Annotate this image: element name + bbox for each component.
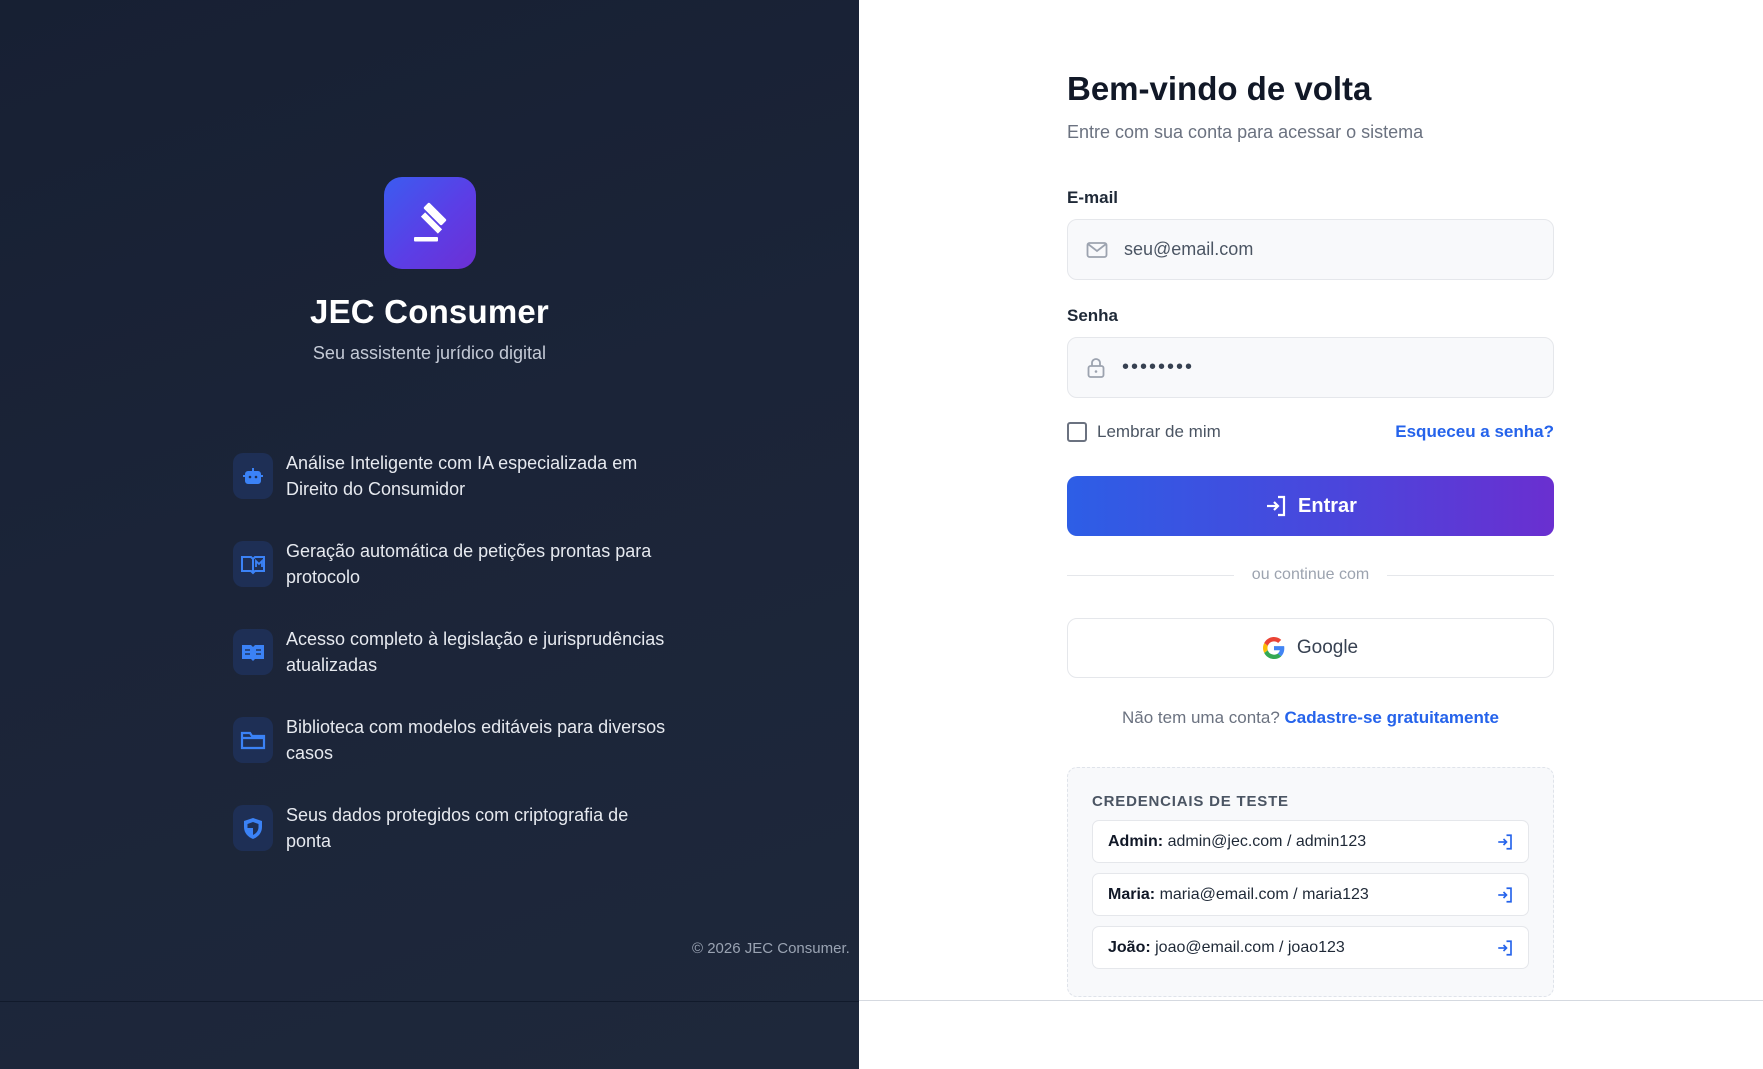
login-form: Bem-vindo de volta Entre com sua conta p…	[1067, 70, 1554, 997]
shield-icon	[233, 805, 273, 851]
feature-text: Acesso completo à legislação e jurisprud…	[286, 629, 665, 675]
feature-item: Acesso completo à legislação e jurisprud…	[233, 626, 673, 714]
social-divider: ou continue com	[1067, 566, 1554, 584]
credential-name: Maria:	[1108, 885, 1156, 903]
password-label: Senha	[1067, 306, 1119, 325]
remember-row: Lembrar de mim Esqueceu a senha?	[1067, 422, 1554, 442]
google-login-button[interactable]: Google	[1067, 618, 1554, 678]
brand-panel: JEC Consumer Seu assistente jurídico dig…	[0, 0, 859, 1069]
feature-list: Análise Inteligente com IA especializada…	[233, 450, 673, 890]
email-field[interactable]: seu@email.com	[1067, 219, 1554, 280]
remember-checkbox[interactable]	[1067, 422, 1087, 442]
feature-item: Análise Inteligente com IA especializada…	[233, 450, 673, 538]
lock-icon	[1087, 357, 1105, 378]
login-icon	[1267, 495, 1286, 517]
app-name: JEC Consumer	[310, 293, 549, 330]
feature-item: Seus dados protegidos com criptografia d…	[233, 802, 673, 890]
feature-text: Análise Inteligente com IA especializada…	[286, 453, 638, 499]
feature-item: Biblioteca com modelos editáveis para di…	[233, 714, 673, 802]
remember-me[interactable]: Lembrar de mim	[1067, 422, 1221, 442]
divider	[0, 1001, 859, 1002]
app-tagline: Seu assistente jurídico digital	[312, 343, 547, 363]
login-icon	[1498, 833, 1512, 850]
gavel-icon	[413, 202, 446, 242]
email-label: E-mail	[1067, 188, 1119, 207]
email-placeholder: seu@email.com	[1124, 239, 1254, 259]
feature-item: Geração automática de petições prontas p…	[233, 538, 673, 626]
feature-text: Biblioteca com modelos editáveis para di…	[286, 717, 666, 763]
credential-name: Admin:	[1108, 832, 1164, 850]
mail-icon	[1086, 241, 1108, 258]
feature-text: Seus dados protegidos com criptografia d…	[286, 805, 629, 851]
login-button[interactable]: Entrar	[1067, 476, 1554, 536]
page-subtitle: Entre com sua conta para acessar o siste…	[1067, 122, 1424, 142]
test-credentials-title: CREDENCIAIS DE TESTE	[1092, 793, 1289, 810]
login-panel: Bem-vindo de volta Entre com sua conta p…	[859, 0, 1763, 1069]
divider-text: ou continue com	[1251, 566, 1370, 583]
open-book-icon	[233, 541, 273, 587]
login-icon	[1498, 939, 1512, 956]
login-button-label: Entrar	[1298, 494, 1357, 517]
google-button-label: Google	[1296, 637, 1359, 658]
credential-item[interactable]: Maria: maria@email.com / maria123	[1092, 873, 1529, 916]
credential-value: maria@email.com / maria123	[1159, 885, 1369, 903]
google-icon	[1262, 637, 1285, 659]
credential-value: admin@jec.com / admin123	[1167, 832, 1367, 850]
signup-row: Não tem uma conta? Cadastre-se gratuitam…	[1067, 708, 1554, 728]
credential-value: joao@email.com / joao123	[1155, 938, 1345, 956]
test-credentials-box: CREDENCIAIS DE TESTE Admin: admin@jec.co…	[1067, 767, 1554, 997]
brand-header: JEC Consumer Seu assistente jurídico dig…	[0, 177, 859, 364]
robot-icon	[233, 453, 273, 499]
folder-icon	[233, 717, 273, 763]
forgot-password-link[interactable]: Esqueceu a senha?	[1395, 422, 1554, 442]
credential-item[interactable]: Admin: admin@jec.com / admin123	[1092, 820, 1529, 863]
credential-name: João:	[1108, 938, 1151, 956]
login-icon	[1498, 886, 1512, 903]
remember-label: Lembrar de mim	[1097, 422, 1221, 441]
signup-link[interactable]: Cadastre-se gratuitamente	[1285, 708, 1499, 727]
book-icon	[233, 629, 273, 675]
password-field[interactable]: ••••••••	[1067, 337, 1554, 398]
copyright: © 2026 JEC Consumer.	[692, 940, 850, 957]
divider	[859, 1000, 1763, 1001]
page-title: Bem-vindo de volta	[1067, 70, 1372, 107]
password-value: ••••••••	[1122, 356, 1195, 378]
app-logo	[383, 177, 476, 269]
signup-prompt: Não tem uma conta?	[1121, 708, 1280, 727]
credential-item[interactable]: João: joao@email.com / joao123	[1092, 926, 1529, 969]
feature-text: Geração automática de petições prontas p…	[286, 541, 652, 587]
